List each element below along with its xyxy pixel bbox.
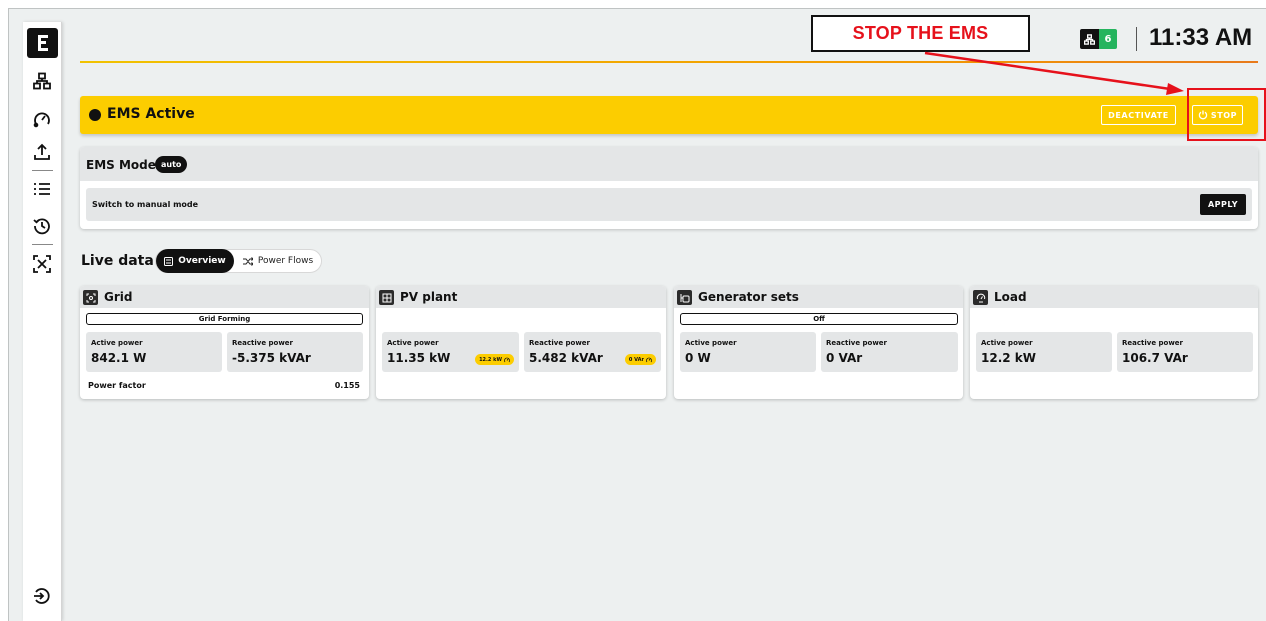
ems-mode-title: EMS Mode	[86, 158, 156, 172]
upload-icon[interactable]	[32, 142, 52, 162]
card-header: Generator sets	[674, 286, 963, 308]
network-icon	[1080, 29, 1099, 49]
ems-status-bar: EMS Active DEACTIVATE STOP	[80, 96, 1258, 134]
shuffle-icon	[242, 256, 253, 266]
metric-value: 11.35 kW	[387, 351, 451, 365]
generator-icon	[677, 290, 692, 305]
metric-value: -5.375 kVAr	[232, 351, 311, 365]
grid-active-power: Active power 842.1 W	[86, 332, 222, 372]
node-count: 6	[1099, 29, 1117, 49]
tab-power-flows-label: Power Flows	[257, 256, 314, 266]
load-reactive-power: Reactive power 106.7 VAr	[1117, 332, 1253, 372]
metric-value: 5.482 kVAr	[529, 351, 603, 365]
metric-value: 842.1 W	[91, 351, 147, 365]
tab-overview[interactable]: Overview	[156, 249, 234, 273]
history-icon[interactable]	[32, 216, 52, 236]
card-header: Grid	[80, 286, 369, 308]
grid-card[interactable]: Grid Grid Forming Active power 842.1 W R…	[80, 286, 369, 399]
metric-label: Active power	[91, 339, 143, 347]
annotation-text: STOP THE EMS	[852, 23, 989, 43]
metric-label: Reactive power	[1122, 339, 1183, 347]
metric-label: Reactive power	[529, 339, 590, 347]
logout-icon[interactable]	[32, 586, 52, 606]
gauge-icon	[646, 357, 652, 362]
grid-icon	[83, 290, 98, 305]
card-title: Grid	[104, 290, 133, 304]
generator-mode-tag: Off	[680, 313, 958, 325]
ems-mode-header: EMS Mode auto	[80, 147, 1258, 181]
generator-sets-card[interactable]: Generator sets Off Active power 0 W Reac…	[674, 286, 963, 399]
node-count-badge[interactable]: 6	[1080, 29, 1117, 49]
metric-label: Active power	[981, 339, 1033, 347]
deactivate-button[interactable]: DEACTIVATE	[1101, 105, 1176, 125]
stop-highlight-box	[1187, 88, 1266, 141]
metric-value: 12.2 kW	[981, 351, 1037, 365]
pv-active-power: Active power 11.35 kW 12.2 kW	[382, 332, 519, 372]
sidebar	[23, 22, 62, 621]
status-label: EMS Active	[107, 106, 195, 122]
metric-value: 0 VAr	[826, 351, 863, 365]
metric-label: Reactive power	[826, 339, 887, 347]
metric-value: 0 W	[685, 351, 711, 365]
tab-overview-label: Overview	[178, 256, 226, 266]
header-accent-line	[80, 61, 1258, 63]
setpoint-value: 0 VAr	[628, 356, 644, 363]
apply-button[interactable]: APPLY	[1200, 194, 1246, 215]
load-icon	[973, 290, 988, 305]
active-setpoint-badge: 12.2 kW	[475, 354, 514, 365]
pv-reactive-power: Reactive power 5.482 kVAr 0 VAr	[524, 332, 661, 372]
ems-mode-badge: auto	[155, 156, 188, 173]
list-icon[interactable]	[32, 179, 52, 199]
load-active-power: Active power 12.2 kW	[976, 332, 1112, 372]
grid-mode-tag: Grid Forming	[86, 313, 363, 325]
metric-label: Reactive power	[232, 339, 293, 347]
card-title: PV plant	[400, 290, 458, 304]
view-toggle: Overview Power Flows	[155, 249, 322, 273]
generator-reactive-power: Reactive power 0 VAr	[821, 332, 958, 372]
card-title: Load	[994, 290, 1027, 304]
clock: 11:33 AM	[1149, 24, 1253, 51]
ems-mode-panel: EMS Mode auto Switch to manual mode APPL…	[80, 147, 1258, 229]
grid-reactive-power: Reactive power -5.375 kVAr	[227, 332, 363, 372]
power-factor-label: Power factor	[88, 381, 146, 390]
mode-switch-label: Switch to manual mode	[92, 200, 199, 209]
metric-value: 106.7 VAr	[1122, 351, 1188, 365]
mode-switch-row: Switch to manual mode APPLY	[86, 188, 1252, 221]
sidebar-divider	[32, 244, 53, 245]
annotation-callout: STOP THE EMS	[811, 15, 1030, 52]
metric-label: Active power	[387, 339, 439, 347]
power-factor-value: 0.155	[334, 381, 360, 390]
status-dot-icon	[89, 109, 101, 121]
network-icon[interactable]	[32, 71, 52, 91]
setpoint-value: 12.2 kW	[479, 356, 502, 363]
pv-plant-card[interactable]: PV plant Active power 11.35 kW 12.2 kW R…	[376, 286, 666, 399]
reactive-setpoint-badge: 0 VAr	[624, 354, 656, 365]
metric-label: Active power	[685, 339, 737, 347]
header-divider	[1136, 27, 1137, 51]
grid-view-icon	[164, 256, 174, 266]
logo-glyph-icon	[37, 35, 48, 51]
app-logo[interactable]	[27, 28, 58, 58]
sidebar-divider	[32, 170, 53, 171]
load-card[interactable]: Load Active power 12.2 kW Reactive power…	[970, 286, 1258, 399]
tab-power-flows[interactable]: Power Flows	[235, 250, 321, 272]
generator-active-power: Active power 0 W	[680, 332, 816, 372]
card-header: Load	[970, 286, 1258, 308]
live-data-title: Live data	[81, 253, 154, 269]
scan-icon[interactable]	[32, 254, 52, 274]
card-title: Generator sets	[698, 290, 799, 304]
gauge-icon	[504, 357, 510, 362]
gauge-icon[interactable]	[32, 109, 52, 129]
card-header: PV plant	[376, 286, 666, 308]
solar-panel-icon	[379, 290, 394, 305]
